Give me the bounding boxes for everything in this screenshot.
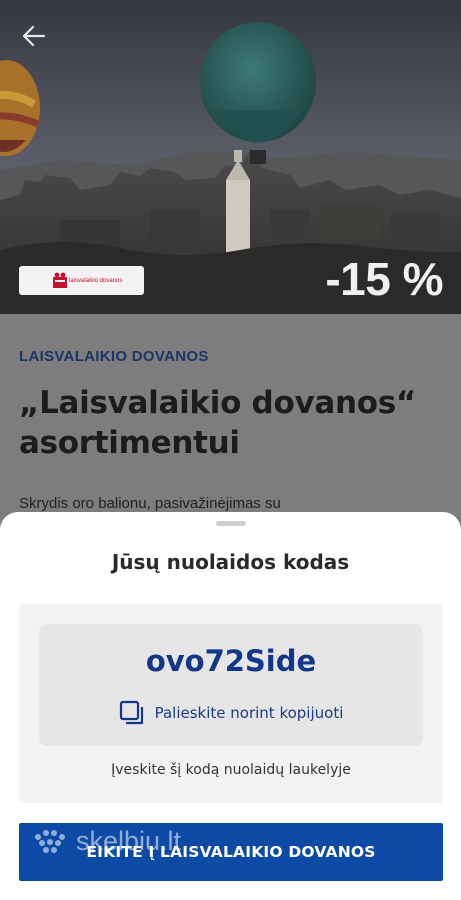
sheet-title: Jūsų nuolaidos kodas [111, 550, 350, 574]
arrow-left-icon [22, 25, 46, 47]
discount-code-sheet: Jūsų nuolaidos kodas ovo72Side Palieskit… [0, 512, 461, 900]
partner-logo: laisvalaikio dovanos [19, 266, 144, 295]
article-title: „Laisvalaikio dovanos“ asortimentui [19, 385, 416, 461]
sheet-drag-handle[interactable] [216, 521, 246, 526]
discount-badge: -15 % [325, 253, 443, 305]
go-to-partner-button[interactable]: EIKITE Į LAISVALAIKIO DOVANOS [19, 823, 443, 881]
article-body-preview: Skrydis oro balionu, pasivažinėjimas su [19, 495, 281, 512]
code-panel: ovo72Side Palieskite norint kopijuoti Įv… [19, 604, 443, 803]
copy-icon [119, 700, 143, 725]
copy-code-button[interactable]: ovo72Side Palieskite norint kopijuoti [39, 624, 423, 746]
partner-logo-text: laisvalaikio dovanos [69, 277, 123, 284]
hero-image: laisvalaikio dovanos -15 % [0, 0, 461, 314]
discount-code: ovo72Side [145, 644, 317, 678]
cta-label: EIKITE Į LAISVALAIKIO DOVANOS [86, 843, 376, 861]
copy-label: Palieskite norint kopijuoti [154, 704, 344, 722]
copy-hint-row: Palieskite norint kopijuoti [39, 700, 423, 726]
back-button[interactable] [14, 20, 54, 50]
gift-logo-icon [53, 272, 67, 288]
code-instruction: Įveskite šį kodą nuolaidų laukelyje [111, 762, 351, 778]
article-category[interactable]: LAISVALAIKIO DOVANOS [19, 348, 442, 365]
